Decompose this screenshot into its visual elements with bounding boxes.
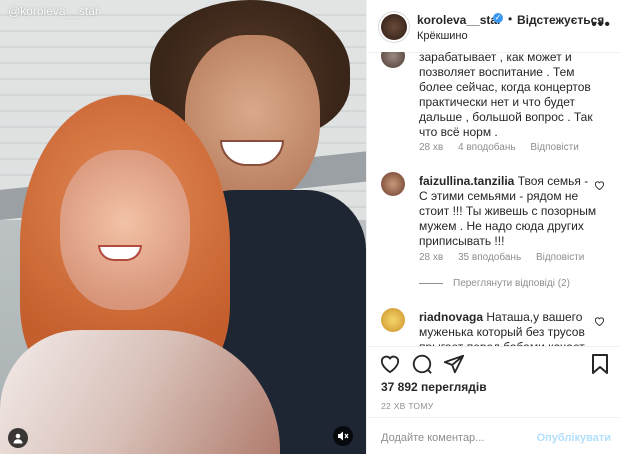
replies-line (419, 282, 443, 284)
comment-body: faizullina.tanzilia Твоя семья - С этими… (419, 174, 599, 249)
comment-avatar[interactable] (381, 52, 405, 68)
verified-icon: ✓ (493, 13, 503, 23)
comments-list: зарабатывает , как может и позволяет вос… (367, 52, 620, 346)
comment-username[interactable]: riadnovaga (419, 310, 483, 324)
tagged-users-icon[interactable] (8, 428, 28, 448)
post-actions: 37 892 переглядів 22 ХВ ТОМУ Додайте ком… (367, 346, 620, 457)
comment-item: faizullina.tanzilia Твоя семья - С этими… (367, 172, 620, 292)
comment-item: зарабатывает , как может и позволяет вос… (367, 52, 620, 154)
comment-avatar[interactable] (381, 172, 405, 196)
comment-time: 28 хв (419, 142, 444, 153)
post-media[interactable]: @koroleva__star (0, 0, 366, 454)
comment-item: riadnovaga Наташа,у вашего муженька кото… (367, 308, 620, 346)
separator-dot: • (508, 12, 513, 26)
view-replies-label[interactable]: Переглянути відповіді (2) (453, 278, 570, 289)
share-icon[interactable] (443, 353, 465, 381)
comment-icon[interactable] (411, 353, 433, 381)
post-comment-button[interactable]: Опублікувати (537, 432, 611, 444)
comment-input[interactable]: Додайте коментар... (381, 432, 484, 444)
reply-button[interactable]: Відповісти (530, 142, 578, 153)
post-time[interactable]: 22 ХВ ТОМУ (381, 401, 433, 411)
comment-meta: 28 хв 35 вподобань Відповісти (419, 252, 596, 263)
views-count[interactable]: 37 892 переглядів (381, 380, 487, 394)
mute-icon[interactable] (333, 426, 353, 446)
post-sidebar: koroleva__star ✓ • Відстежується Крёкшин… (366, 0, 620, 454)
like-icon[interactable] (379, 353, 401, 379)
view-replies-button[interactable]: Переглянути відповіді (2) (419, 278, 582, 289)
comment-likes[interactable]: 4 вподобань (458, 142, 516, 153)
comment-time: 28 хв (419, 252, 444, 263)
comment-body: riadnovaga Наташа,у вашего муженька кото… (419, 310, 599, 346)
media-watermark: @koroleva__star (8, 4, 99, 18)
comment-username[interactable]: faizullina.tanzilia (419, 174, 514, 188)
more-icon[interactable]: ••• (591, 16, 611, 34)
comment-meta: 28 хв 4 вподобань Відповісти (419, 142, 591, 153)
save-icon[interactable] (591, 353, 609, 381)
like-comment-icon[interactable] (594, 180, 605, 193)
comment-text: зарабатывает , как может и позволяет вос… (419, 52, 593, 139)
reply-button[interactable]: Відповісти (536, 252, 584, 263)
like-comment-icon[interactable] (594, 316, 605, 329)
comment-likes[interactable]: 35 вподобань (458, 252, 521, 263)
author-username[interactable]: koroleva__star (417, 13, 502, 27)
post-header: koroleva__star ✓ • Відстежується Крёкшин… (367, 0, 620, 53)
location-link[interactable]: Крёкшино (417, 30, 468, 42)
comment-avatar[interactable] (381, 308, 405, 332)
woman-face (60, 150, 190, 310)
add-comment-bar: Додайте коментар... Опублікувати (367, 417, 620, 456)
avatar[interactable] (381, 14, 407, 40)
